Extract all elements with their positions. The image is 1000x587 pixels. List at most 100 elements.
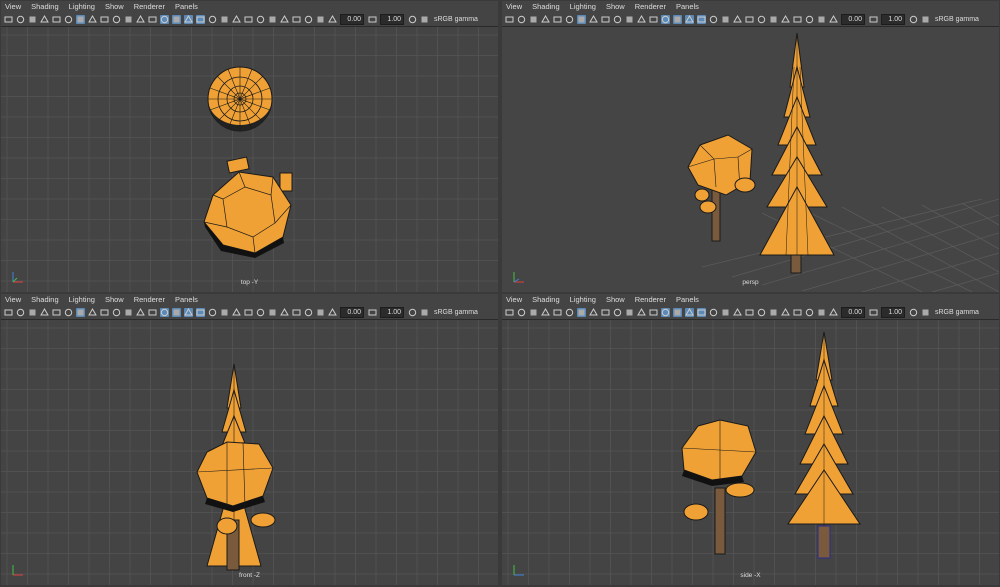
camera-icon[interactable] (4, 15, 13, 24)
exposure-icon[interactable] (869, 15, 878, 24)
camera-icon[interactable] (505, 308, 514, 317)
image-plane-icon[interactable] (40, 307, 49, 317)
camera-attr-icon[interactable] (517, 15, 526, 24)
gamma-field[interactable]: 1.00 (881, 13, 905, 25)
image-plane-icon[interactable] (40, 14, 49, 24)
colorspace-icon[interactable] (420, 308, 429, 317)
gamma-icon[interactable] (909, 308, 918, 317)
menu-shading[interactable]: Shading (532, 295, 560, 304)
use-lights-icon[interactable] (220, 15, 229, 24)
depth-of-field-icon[interactable] (280, 307, 289, 317)
menu-lighting[interactable]: Lighting (570, 2, 596, 11)
wireframe-icon[interactable] (160, 307, 169, 317)
safe-title-icon[interactable] (148, 15, 157, 24)
xray-icon[interactable] (304, 15, 313, 24)
isolate-icon[interactable] (292, 308, 301, 317)
image-plane-icon[interactable] (541, 14, 550, 24)
default-material-icon[interactable] (184, 14, 193, 24)
grid-icon[interactable] (577, 14, 586, 24)
motion-blur-icon[interactable] (757, 15, 766, 24)
gamma-icon[interactable] (909, 15, 918, 24)
grease-pencil-icon[interactable] (64, 15, 73, 24)
colorspace-label[interactable]: sRGB gamma (935, 16, 979, 23)
pine-tree-top[interactable] (207, 66, 273, 132)
smooth-shade-icon[interactable] (172, 307, 181, 317)
default-material-icon[interactable] (184, 307, 193, 317)
2d-pan-icon[interactable] (52, 308, 61, 317)
viewport-panel-persp[interactable]: View Shading Lighting Show Renderer Pane… (502, 1, 999, 292)
screen-ao-icon[interactable] (745, 15, 754, 24)
grease-pencil-icon[interactable] (64, 308, 73, 317)
resolution-gate-icon[interactable] (601, 15, 610, 24)
motion-blur-icon[interactable] (256, 15, 265, 24)
xray-joints-icon[interactable] (316, 15, 325, 24)
menu-panels[interactable]: Panels (175, 295, 198, 304)
gate-mask-icon[interactable] (613, 308, 622, 317)
depth-of-field-icon[interactable] (781, 14, 790, 24)
default-material-icon[interactable] (685, 307, 694, 317)
exposure-field[interactable]: 0.00 (340, 306, 364, 318)
menu-lighting[interactable]: Lighting (570, 295, 596, 304)
menu-renderer[interactable]: Renderer (635, 2, 666, 11)
multisample-aa-icon[interactable] (268, 15, 277, 24)
use-lights-icon[interactable] (721, 15, 730, 24)
exposure-field[interactable]: 0.00 (340, 13, 364, 25)
screen-ao-icon[interactable] (244, 308, 253, 317)
exposure-icon[interactable] (368, 308, 377, 317)
menu-shading[interactable]: Shading (532, 2, 560, 11)
xray-components-icon[interactable] (829, 307, 838, 317)
gate-mask-icon[interactable] (112, 308, 121, 317)
exposure-icon[interactable] (869, 308, 878, 317)
film-gate-icon[interactable] (88, 14, 97, 24)
xray-components-icon[interactable] (328, 307, 337, 317)
film-gate-icon[interactable] (88, 307, 97, 317)
motion-blur-icon[interactable] (757, 308, 766, 317)
field-chart-icon[interactable] (124, 15, 133, 24)
wireframe-on-shaded-icon[interactable] (196, 307, 205, 317)
xray-joints-icon[interactable] (316, 308, 325, 317)
safe-action-icon[interactable] (637, 14, 646, 24)
colorspace-label[interactable]: sRGB gamma (935, 309, 979, 316)
camera-icon[interactable] (4, 308, 13, 317)
menu-lighting[interactable]: Lighting (69, 2, 95, 11)
viewport-panel-top[interactable]: View Shading Lighting Show Renderer Pane… (1, 1, 498, 292)
exposure-field[interactable]: 0.00 (841, 13, 865, 25)
viewport-top[interactable]: top -Y (1, 27, 498, 292)
gate-mask-icon[interactable] (112, 15, 121, 24)
viewport-persp[interactable]: persp (502, 27, 999, 292)
field-chart-icon[interactable] (625, 15, 634, 24)
gate-mask-icon[interactable] (613, 15, 622, 24)
menu-show[interactable]: Show (606, 2, 625, 11)
bookmark-icon[interactable] (529, 15, 538, 24)
resolution-gate-icon[interactable] (100, 308, 109, 317)
wireframe-on-shaded-icon[interactable] (196, 14, 205, 24)
colorspace-label[interactable]: sRGB gamma (434, 16, 478, 23)
field-chart-icon[interactable] (625, 308, 634, 317)
shadows-icon[interactable] (733, 307, 742, 317)
motion-blur-icon[interactable] (256, 308, 265, 317)
grid-icon[interactable] (76, 14, 85, 24)
camera-attr-icon[interactable] (16, 15, 25, 24)
safe-action-icon[interactable] (637, 307, 646, 317)
menu-show[interactable]: Show (105, 2, 124, 11)
menu-view[interactable]: View (506, 295, 522, 304)
gamma-field[interactable]: 1.00 (380, 13, 404, 25)
viewport-panel-front[interactable]: View Shading Lighting Show Renderer Pane… (1, 294, 498, 585)
menu-view[interactable]: View (506, 2, 522, 11)
2d-pan-icon[interactable] (52, 15, 61, 24)
film-gate-icon[interactable] (589, 307, 598, 317)
xray-icon[interactable] (304, 308, 313, 317)
multisample-aa-icon[interactable] (769, 15, 778, 24)
use-lights-icon[interactable] (721, 308, 730, 317)
isolate-icon[interactable] (793, 308, 802, 317)
grease-pencil-icon[interactable] (565, 308, 574, 317)
menu-renderer[interactable]: Renderer (134, 2, 165, 11)
film-gate-icon[interactable] (589, 14, 598, 24)
gamma-icon[interactable] (408, 308, 417, 317)
menu-renderer[interactable]: Renderer (134, 295, 165, 304)
menu-shading[interactable]: Shading (31, 2, 59, 11)
grid-icon[interactable] (76, 307, 85, 317)
safe-action-icon[interactable] (136, 14, 145, 24)
exposure-icon[interactable] (368, 15, 377, 24)
shadows-icon[interactable] (733, 14, 742, 24)
